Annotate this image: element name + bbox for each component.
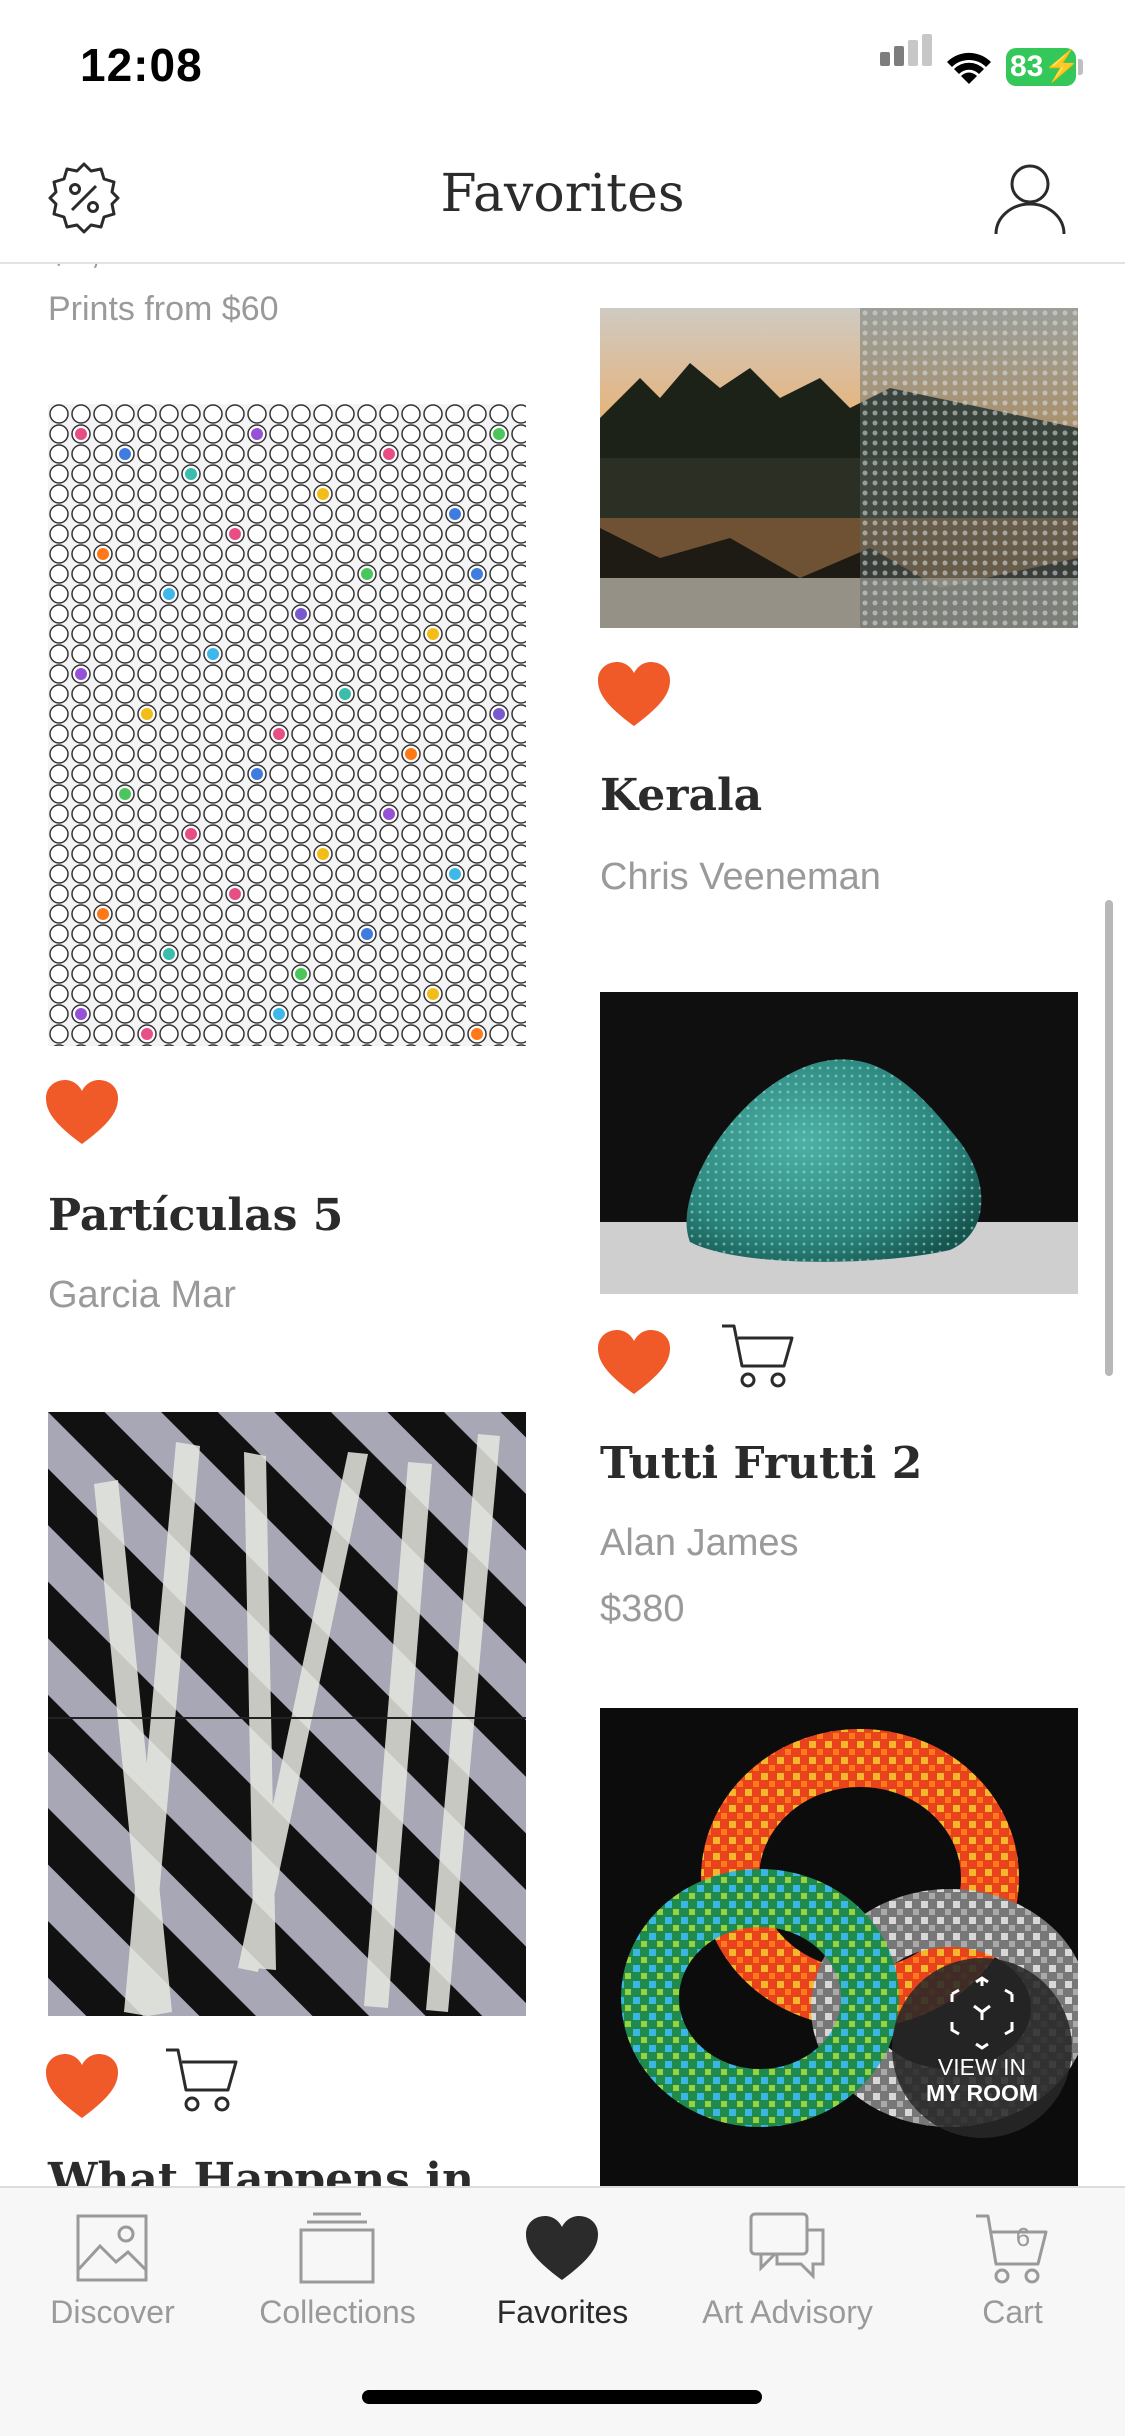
add-to-cart-icon[interactable] — [718, 1320, 798, 1392]
tab-art-advisory[interactable]: Art Advisory — [675, 2188, 900, 2338]
profile-icon[interactable] — [990, 158, 1070, 238]
artwork-title[interactable]: Tutti Frutti 2 — [600, 1438, 922, 1489]
tab-label: Discover — [50, 2294, 175, 2330]
tab-collections[interactable]: Collections — [225, 2188, 450, 2338]
tab-cart[interactable]: 6 Cart — [900, 2188, 1125, 2338]
heart-icon — [526, 2216, 598, 2280]
scroll-indicator[interactable] — [1105, 900, 1113, 1376]
artwork-artist[interactable]: Alan James — [600, 1522, 799, 1565]
page-title: Favorites — [440, 164, 685, 224]
artwork-price: $380 — [600, 1588, 685, 1630]
home-indicator — [362, 2390, 762, 2404]
partial-price: $2,500 — [48, 264, 164, 273]
add-to-cart-icon[interactable] — [162, 2044, 242, 2116]
favorites-grid[interactable]: $2,500 Prints from $60 — [0, 264, 1125, 2186]
image-icon — [76, 2214, 148, 2282]
sculpture-artwork — [600, 992, 1078, 1294]
ar-cube-icon — [950, 1976, 1014, 2050]
chat-bubbles-icon — [749, 2212, 825, 2280]
prints-from-label: Prints from $60 — [48, 290, 279, 328]
cart-badge: 6 — [1015, 2222, 1031, 2252]
collections-stack-icon — [299, 2212, 375, 2284]
wifi-icon — [947, 52, 991, 84]
tab-label: Art Advisory — [702, 2294, 873, 2330]
header: Favorites — [0, 140, 1125, 264]
artwork-artist[interactable]: Chris Veeneman — [600, 856, 881, 899]
battery-cap — [1078, 59, 1083, 75]
favorite-heart-icon[interactable] — [596, 1328, 672, 1396]
tab-label: Collections — [259, 2294, 416, 2330]
dots-artwork — [48, 404, 526, 1046]
stripes-artwork — [48, 1412, 526, 2016]
status-bar: 12:08 83⚡ — [0, 0, 1125, 140]
artwork-image-particulas[interactable] — [48, 404, 526, 1046]
artwork-image-stripes[interactable] — [48, 1412, 526, 2016]
view-in-label: VIEW IN — [937, 2054, 1027, 2080]
artwork-image-tutti-frutti[interactable] — [600, 992, 1078, 1294]
tab-discover[interactable]: Discover — [0, 2188, 225, 2338]
landscape-artwork — [600, 308, 1078, 628]
artwork-title[interactable]: Partículas 5 — [48, 1190, 343, 1241]
tab-label: Cart — [982, 2294, 1043, 2330]
tab-favorites[interactable]: Favorites — [450, 2188, 675, 2338]
status-time: 12:08 — [80, 39, 203, 91]
artwork-title[interactable]: What Happens in — [48, 2154, 474, 2186]
tab-label: Favorites — [496, 2294, 629, 2330]
artwork-title[interactable]: Kerala — [600, 770, 762, 821]
favorite-heart-icon[interactable] — [44, 2052, 120, 2120]
artwork-artist[interactable]: Garcia Mar — [48, 1274, 236, 1317]
battery-level: 83 — [1010, 50, 1044, 83]
my-room-label: MY ROOM — [925, 2080, 1039, 2106]
favorite-heart-icon[interactable] — [44, 1078, 120, 1146]
view-in-my-room-button[interactable]: VIEW IN MY ROOM — [892, 1958, 1072, 2138]
favorite-heart-icon[interactable] — [596, 660, 672, 728]
artwork-image-kerala[interactable] — [600, 308, 1078, 628]
battery-indicator: 83⚡ — [1006, 48, 1081, 86]
